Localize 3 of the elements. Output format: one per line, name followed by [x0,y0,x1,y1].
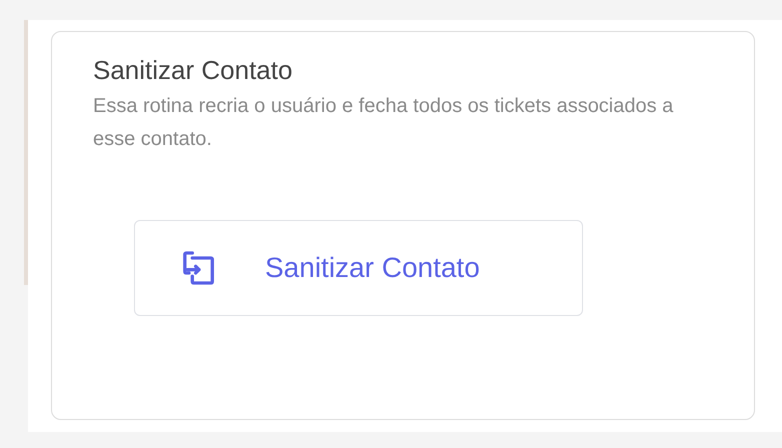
card-description: Essa rotina recria o usuário e fecha todos os tickets associados a esse contato. [93,94,674,152]
sanitize-contact-button[interactable]: Sanitizar Contato [134,220,583,316]
card-title: Sanitizar Contato [93,54,294,86]
